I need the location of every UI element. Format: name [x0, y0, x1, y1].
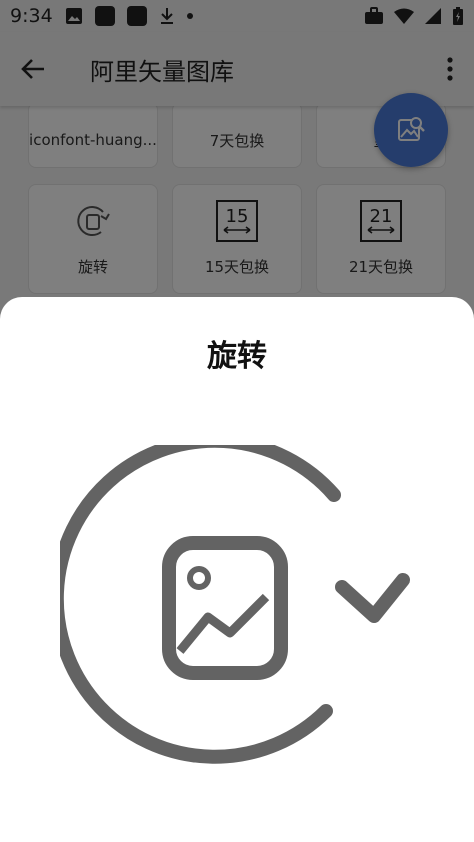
rotate-image-icon [60, 445, 410, 764]
sheet-title: 旋转 [207, 339, 267, 374]
icon-preview-sheet: 旋转 [0, 297, 474, 842]
